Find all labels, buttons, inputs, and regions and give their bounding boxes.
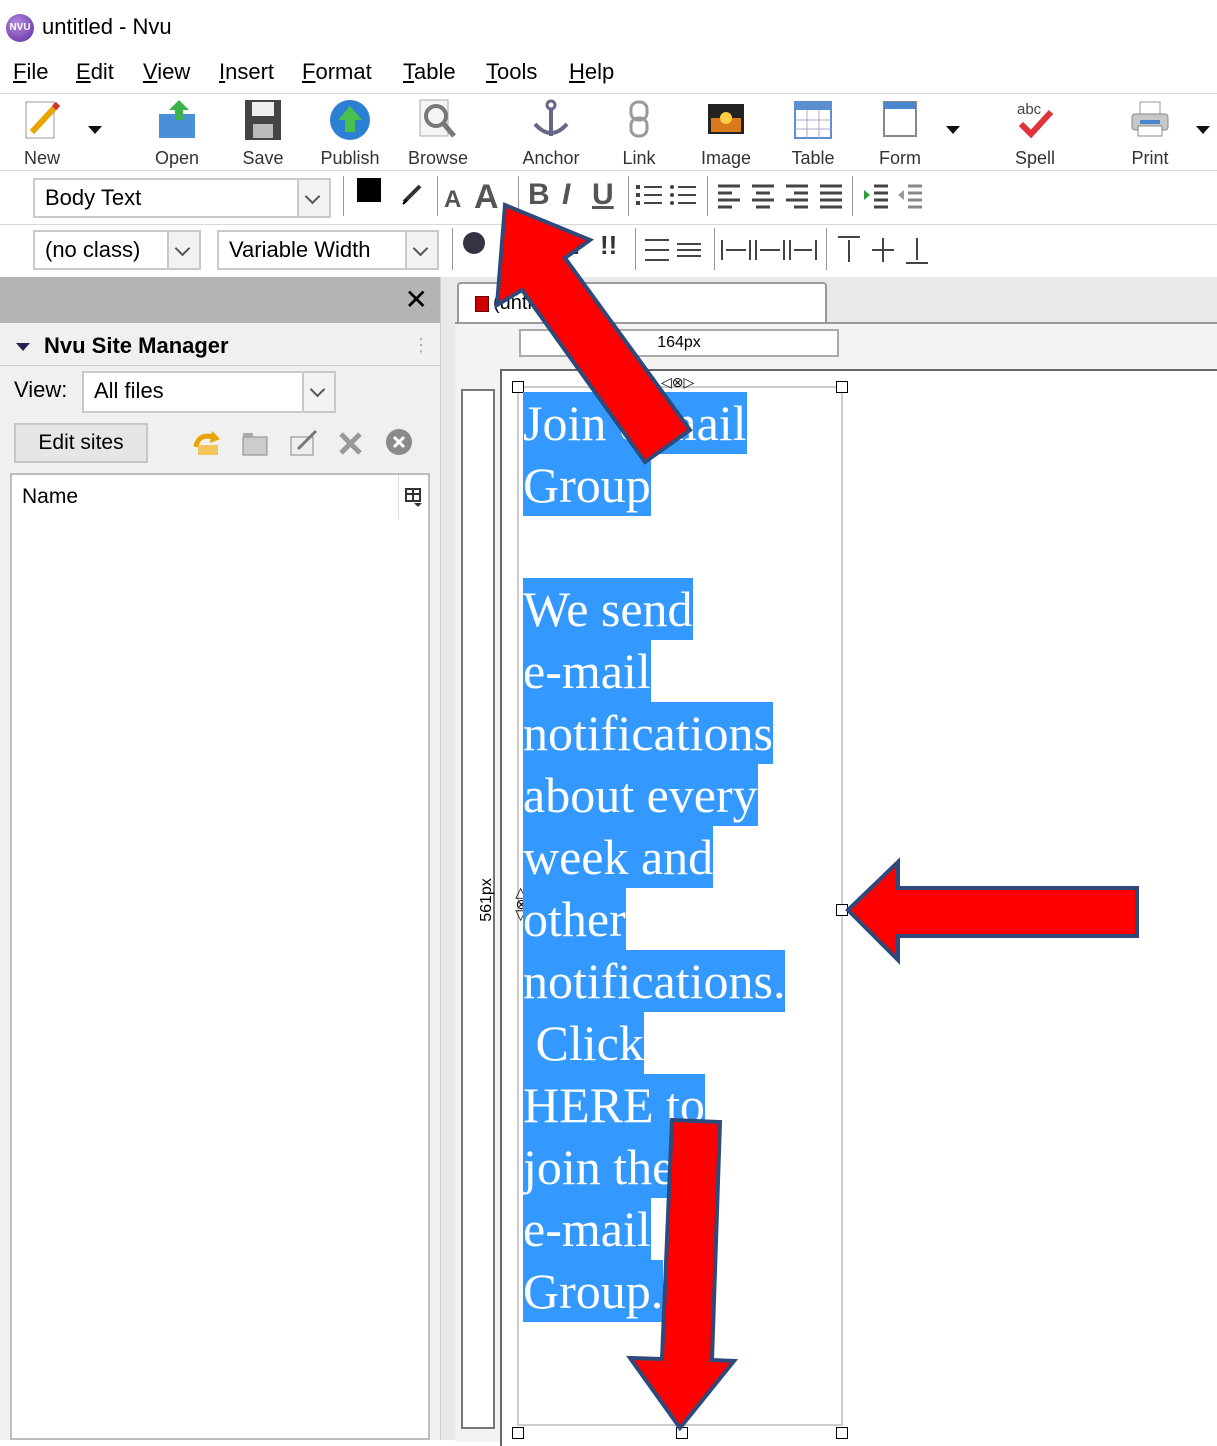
- arrow-to-bottom-handle-icon: [626, 1117, 739, 1432]
- arrow-to-font-size-icon: [494, 202, 693, 465]
- arrow-to-right-handle-icon: [845, 857, 1139, 965]
- annotation-arrows: [494, 202, 1139, 1432]
